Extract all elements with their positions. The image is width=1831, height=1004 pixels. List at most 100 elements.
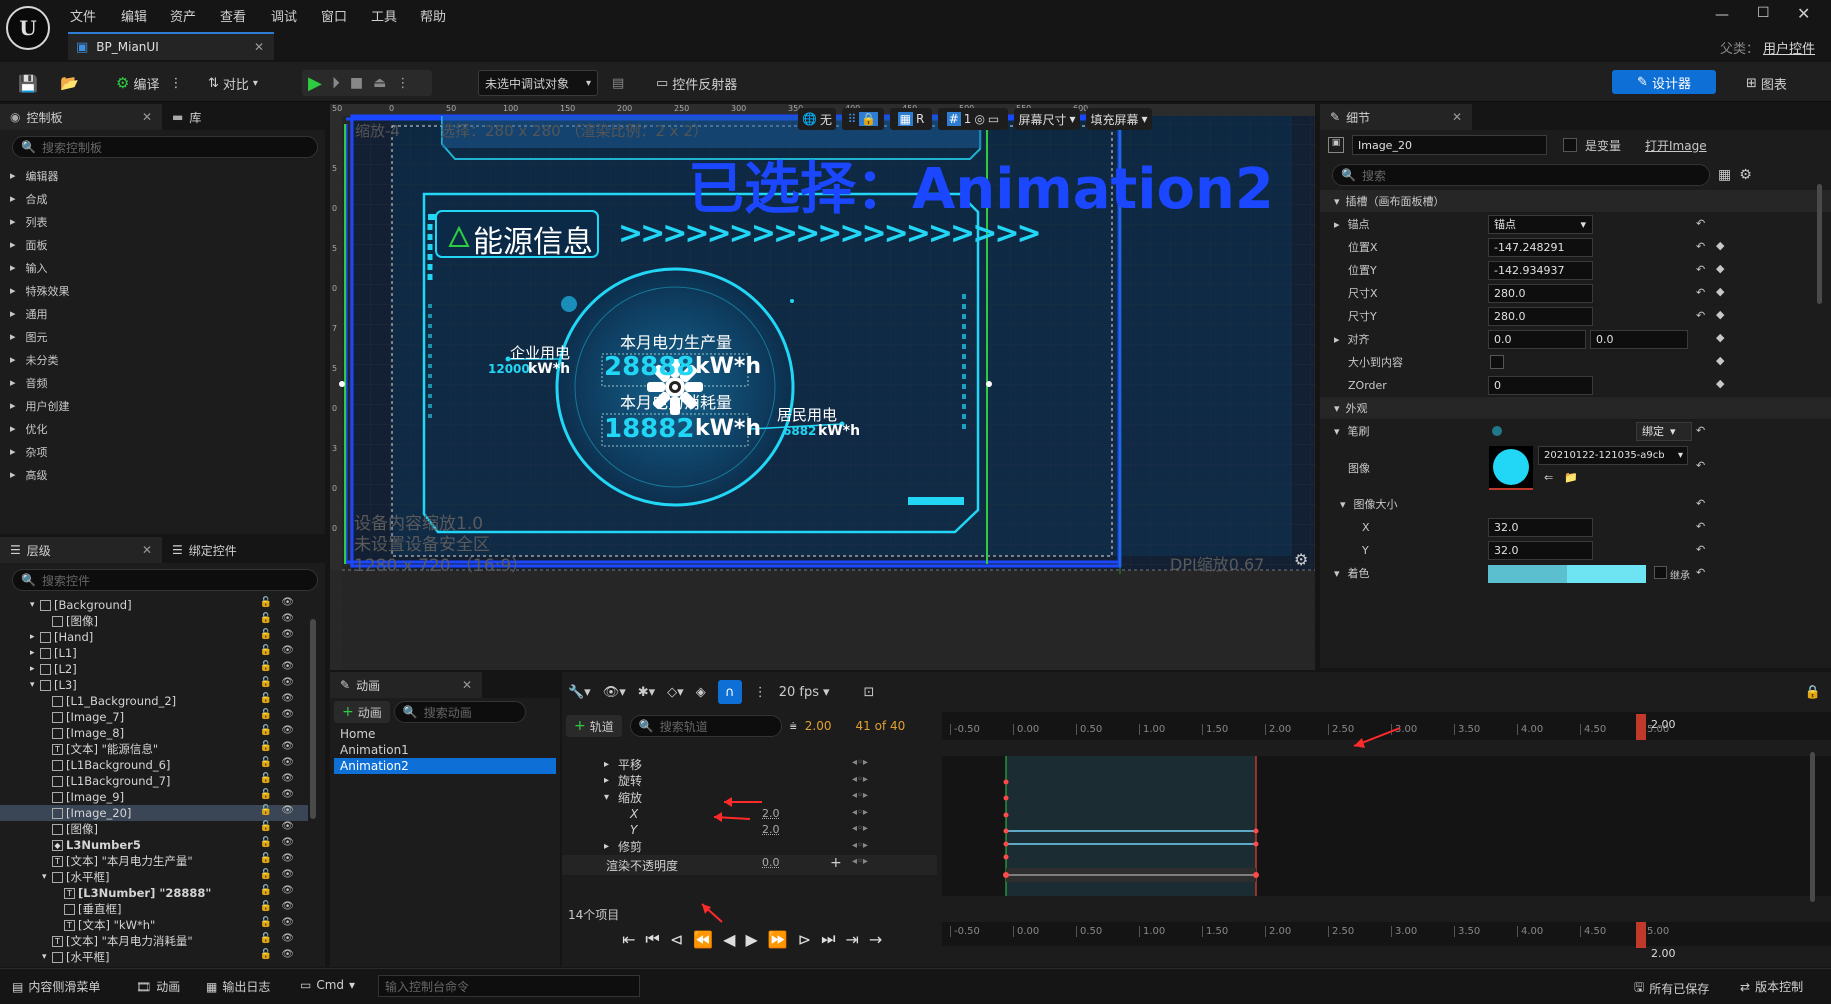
close-tab-icon[interactable]: ✕ xyxy=(254,40,264,54)
lock-icon[interactable]: 🔓 xyxy=(260,949,272,960)
keyframe-add-icon[interactable]: ◆ xyxy=(1716,354,1724,367)
lock-icon[interactable]: 🔓 xyxy=(260,869,272,880)
lock-icon[interactable]: 🔓 xyxy=(260,629,272,640)
designer-button[interactable]: ✎ 设计器 xyxy=(1612,70,1716,94)
animation-item[interactable]: Animation2 xyxy=(334,758,556,774)
hierarchy-item[interactable]: [Image_7] 🔓 👁 xyxy=(0,709,308,725)
hierarchy-item[interactable]: ▸ [L2] 🔓 👁 xyxy=(0,661,308,677)
image-asset-dropdown[interactable]: 20210122-121035-a9cb ▾ xyxy=(1538,446,1688,465)
close-window-icon[interactable]: ✕ xyxy=(1797,4,1810,23)
size-y-input[interactable]: 280.0 xyxy=(1488,306,1593,326)
expand-arrow-icon[interactable]: ▾ xyxy=(42,872,52,882)
hierarchy-item[interactable]: ▾ [L3] 🔓 👁 xyxy=(0,677,308,693)
palette-category[interactable]: ▸ 特殊效果 xyxy=(0,279,325,302)
animation-item[interactable]: Animation1 xyxy=(334,742,556,758)
visibility-eye-icon[interactable]: 👁 xyxy=(281,741,294,752)
hierarchy-item[interactable]: [Image_8] 🔓 👁 xyxy=(0,725,308,741)
palette-category[interactable]: ▸ 未分类 xyxy=(0,348,325,371)
play-options-icon[interactable]: ⋮ xyxy=(396,76,409,91)
lock-icon[interactable]: 🔓 xyxy=(260,661,272,672)
keyframe-add-icon[interactable]: ◆ xyxy=(1716,331,1724,344)
visibility-eye-icon[interactable]: 👁 xyxy=(281,645,294,656)
lock-icon[interactable]: 🔓 xyxy=(260,853,272,864)
alignment-y-input[interactable]: 0.0 xyxy=(1590,329,1688,349)
visibility-eye-icon[interactable]: 👁 xyxy=(281,773,294,784)
palette-category[interactable]: ▸ 列表 xyxy=(0,210,325,233)
parent-class-link[interactable]: 用户控件 xyxy=(1763,38,1815,57)
menu-help[interactable]: 帮助 xyxy=(420,6,446,25)
size-to-content-checkbox[interactable] xyxy=(1490,355,1504,369)
lock-icon[interactable]: 🔓 xyxy=(260,645,272,656)
reset-icon[interactable]: ↶ xyxy=(1696,309,1705,322)
add-animation-button[interactable]: + 动画 xyxy=(334,701,390,723)
reset-icon[interactable]: ↶ xyxy=(1696,543,1705,556)
lock-icon[interactable]: 🔓 xyxy=(260,677,272,688)
hierarchy-item[interactable]: T [文本] "能源信息" 🔓 👁 xyxy=(0,741,308,757)
designer-viewport[interactable]: 50050100150200250300350400450500550600 5… xyxy=(330,104,1315,670)
tab-palette[interactable]: ◉ 控制板 ✕ xyxy=(0,104,162,130)
image-thumbnail[interactable] xyxy=(1489,446,1533,490)
animation-item[interactable]: Home xyxy=(334,726,556,742)
reset-icon[interactable]: ↶ xyxy=(1696,217,1705,230)
hierarchy-item[interactable]: ▾ [水平框] 🔓 👁 xyxy=(0,949,308,965)
image-size-y-input[interactable]: 32.0 xyxy=(1488,540,1593,560)
layout-r-group[interactable]: ▦ R xyxy=(890,108,932,130)
lock-icon[interactable]: 🔓 xyxy=(260,917,272,928)
palette-category[interactable]: ▸ 高级 xyxy=(0,463,325,486)
playhead-top[interactable] xyxy=(1636,714,1646,740)
keyframe-add-icon[interactable]: ◆ xyxy=(1716,308,1724,321)
hierarchy-item[interactable]: [L1Background_6] 🔓 👁 xyxy=(0,757,308,773)
reset-icon[interactable]: ↶ xyxy=(1696,497,1705,510)
palette-category[interactable]: ▸ 合成 xyxy=(0,187,325,210)
animation-drawer-button[interactable]: 🎞 动画 xyxy=(136,978,180,995)
visibility-eye-icon[interactable]: 👁 xyxy=(281,757,294,768)
palette-category[interactable]: ▸ 编辑器 xyxy=(0,164,325,187)
menu-debug[interactable]: 调试 xyxy=(271,6,297,25)
visibility-eye-icon[interactable]: 👁 xyxy=(281,949,294,960)
visibility-eye-icon[interactable]: 👁 xyxy=(281,629,294,640)
lock-icon[interactable]: 🔓 xyxy=(260,821,272,832)
palette-search-input[interactable]: 🔍 搜索控制板 xyxy=(12,136,318,158)
palette-category[interactable]: ▸ 输入 xyxy=(0,256,325,279)
browse-icon[interactable]: 📂 xyxy=(60,70,79,96)
debug-find-icon[interactable]: ▤ xyxy=(612,70,624,96)
is-variable-checkbox[interactable] xyxy=(1563,138,1577,152)
menu-assets[interactable]: 资产 xyxy=(170,6,196,25)
reset-icon[interactable]: ↶ xyxy=(1696,424,1705,437)
expand-arrow-icon[interactable]: ▾ xyxy=(30,680,40,690)
chevron-right-icon[interactable]: ▸ xyxy=(1334,333,1340,346)
image-size-x-input[interactable]: 32.0 xyxy=(1488,517,1593,537)
widget-reflector-button[interactable]: ▭ 控件反射器 xyxy=(656,70,737,96)
lock-icon[interactable]: 🔓 xyxy=(260,773,272,784)
menu-view[interactable]: 查看 xyxy=(220,6,246,25)
lock-icon[interactable]: 🔓 xyxy=(260,757,272,768)
output-log-button[interactable]: ▦ 输出日志 xyxy=(206,978,270,995)
visibility-eye-icon[interactable]: 👁 xyxy=(281,677,294,688)
chevron-down-icon[interactable]: ▾ xyxy=(1334,425,1340,438)
hierarchy-item[interactable]: T [文本] "本月电力消耗量" 🔓 👁 xyxy=(0,933,308,949)
visibility-eye-icon[interactable]: 👁 xyxy=(281,709,294,720)
appearance-section-header[interactable]: ▾ 外观 xyxy=(1320,397,1831,420)
visibility-eye-icon[interactable]: 👁 xyxy=(281,853,294,864)
visibility-eye-icon[interactable]: 👁 xyxy=(281,885,294,896)
browse-asset-icon[interactable]: 📁 xyxy=(1564,471,1578,484)
reset-icon[interactable]: ↶ xyxy=(1696,520,1705,533)
lock-icon[interactable]: 🔓 xyxy=(260,901,272,912)
tab-animations[interactable]: ✎ 动画 ✕ xyxy=(330,672,482,698)
lock-icon[interactable]: 🔓 xyxy=(260,837,272,848)
use-selected-asset-icon[interactable]: ⇐ xyxy=(1544,471,1553,484)
size-x-input[interactable]: 280.0 xyxy=(1488,283,1593,303)
keyframe-add-icon[interactable]: ◆ xyxy=(1716,377,1724,390)
hierarchy-item[interactable]: ▾ [Background] 🔓 👁 xyxy=(0,597,308,613)
keyframe-add-icon[interactable]: ◆ xyxy=(1716,262,1724,275)
reset-icon[interactable]: ↶ xyxy=(1696,286,1705,299)
reset-icon[interactable]: ↶ xyxy=(1696,263,1705,276)
visibility-eye-icon[interactable]: 👁 xyxy=(281,693,294,704)
graph-button[interactable]: ⊞ 图表 xyxy=(1746,70,1787,96)
visibility-eye-icon[interactable]: 👁 xyxy=(281,661,294,672)
inherit-checkbox[interactable] xyxy=(1654,566,1667,579)
visibility-eye-icon[interactable]: 👁 xyxy=(281,901,294,912)
details-scrollbar[interactable] xyxy=(1817,184,1822,304)
document-tab[interactable]: ▣ BP_MianUI ✕ xyxy=(68,32,274,60)
menu-tools[interactable]: 工具 xyxy=(371,6,397,25)
